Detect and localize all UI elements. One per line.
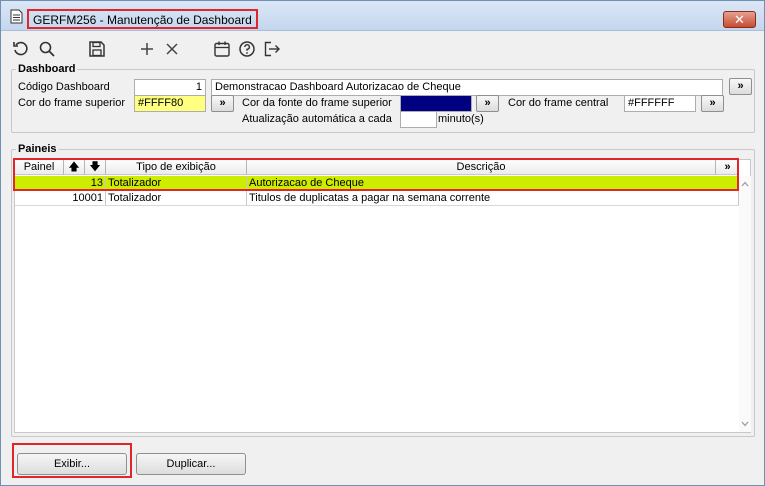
exit-icon[interactable]: [263, 40, 281, 58]
cor-frame-central-label: Cor do frame central: [508, 97, 609, 109]
document-icon: [10, 9, 24, 24]
cell-painel: 10001: [15, 191, 106, 206]
delete-icon[interactable]: [163, 40, 181, 58]
cell-descricao: Titulos de duplicatas a pagar na semana …: [247, 191, 739, 206]
cor-fonte-frame-superior-label: Cor da fonte do frame superior: [242, 97, 392, 109]
cor-fonte-frame-superior-field[interactable]: #000080: [400, 95, 472, 112]
paineis-group-label: Paineis: [16, 142, 59, 156]
cor-fonte-picker-button[interactable]: »: [476, 95, 499, 112]
refresh-icon[interactable]: [12, 40, 30, 58]
calendar-icon[interactable]: [213, 40, 231, 58]
table-row[interactable]: 13 Totalizador Autorizacao de Cheque: [15, 176, 739, 191]
cor-frame-superior-label: Cor do frame superior: [18, 97, 125, 109]
cor-frame-superior-field[interactable]: #FFFF80: [134, 95, 206, 112]
codigo-dashboard-field[interactable]: 1: [134, 79, 206, 96]
help-icon[interactable]: [238, 40, 256, 58]
dashboard-maintenance-window: GERFM256 - Manutenção de Dashboard ✕ Das…: [0, 0, 765, 486]
scroll-up-icon[interactable]: [741, 178, 749, 190]
column-header-descricao[interactable]: Descrição: [247, 160, 716, 175]
cor-frame-central-picker-button[interactable]: »: [701, 95, 724, 112]
grid-scrollbar[interactable]: [739, 176, 751, 432]
cell-descricao: Autorizacao de Cheque: [247, 176, 739, 191]
column-header-tipo[interactable]: Tipo de exibição: [106, 160, 247, 175]
cell-tipo: Totalizador: [106, 191, 247, 206]
atualizacao-automatica-label: Atualização automática a cada: [242, 113, 392, 125]
dashboard-lookup-button[interactable]: »: [729, 78, 752, 95]
close-button[interactable]: ✕: [723, 11, 756, 28]
column-header-painel[interactable]: Painel: [15, 160, 64, 175]
atualizacao-automatica-field[interactable]: [400, 111, 437, 128]
search-icon[interactable]: [38, 40, 56, 58]
scroll-down-icon[interactable]: [741, 418, 749, 430]
exibir-button[interactable]: Exibir...: [17, 453, 127, 475]
move-up-button[interactable]: 🡅: [64, 160, 85, 175]
grid-header: Painel 🡅 🡇 Tipo de exibição Descrição »: [15, 160, 739, 175]
cor-frame-central-field[interactable]: #FFFFFF: [624, 95, 696, 112]
grid-more-button[interactable]: »: [716, 160, 739, 175]
minutos-label: minuto(s): [438, 113, 484, 125]
move-down-button[interactable]: 🡇: [85, 160, 106, 175]
duplicar-button[interactable]: Duplicar...: [136, 453, 246, 475]
cell-painel: 13: [15, 176, 106, 191]
save-icon[interactable]: [88, 40, 106, 58]
codigo-dashboard-label: Código Dashboard: [18, 81, 110, 93]
title-bar: GERFM256 - Manutenção de Dashboard ✕: [1, 1, 764, 31]
paineis-grid: Painel 🡅 🡇 Tipo de exibição Descrição » …: [14, 159, 751, 433]
add-icon[interactable]: [138, 40, 156, 58]
window-title: GERFM256 - Manutenção de Dashboard: [27, 9, 258, 29]
cor-frame-superior-picker-button[interactable]: »: [211, 95, 234, 112]
toolbar: [1, 32, 764, 64]
dashboard-group-label: Dashboard: [16, 62, 78, 76]
cell-tipo: Totalizador: [106, 176, 247, 191]
descricao-dashboard-field[interactable]: Demonstracao Dashboard Autorizacao de Ch…: [211, 79, 723, 96]
table-row[interactable]: 10001 Totalizador Titulos de duplicatas …: [15, 191, 739, 206]
